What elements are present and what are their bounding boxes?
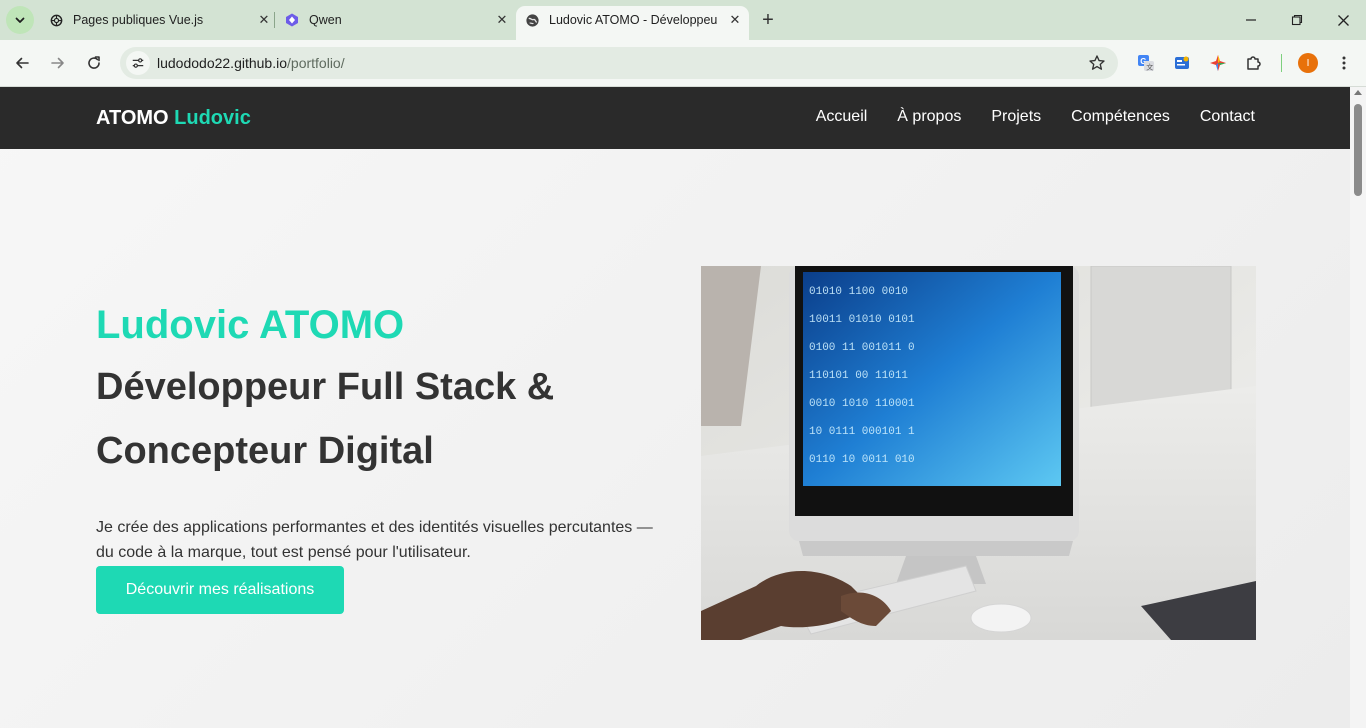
forward-icon[interactable] bbox=[46, 51, 70, 75]
nav-link-contact[interactable]: Contact bbox=[1200, 108, 1255, 126]
logo-first: ATOMO bbox=[96, 107, 169, 129]
bookmark-star-icon[interactable] bbox=[1088, 54, 1106, 72]
browser-toolbar: ludododo22.github.io/portfolio/ G文 bbox=[0, 40, 1366, 87]
extensions-puzzle-icon[interactable] bbox=[1244, 53, 1264, 73]
openai-icon bbox=[48, 12, 64, 28]
site-logo[interactable]: ATOMO Ludovic bbox=[96, 107, 251, 130]
tab-qwen[interactable]: Qwen ✕ bbox=[276, 6, 510, 34]
nav-link-a-propos[interactable]: À propos bbox=[897, 108, 961, 126]
back-icon[interactable] bbox=[10, 51, 34, 75]
tab-search-button[interactable] bbox=[6, 6, 34, 34]
extension-card-icon[interactable] bbox=[1172, 53, 1192, 73]
url-text[interactable]: ludododo22.github.io/portfolio/ bbox=[157, 55, 345, 71]
page-scrollbar[interactable] bbox=[1350, 87, 1366, 728]
minimize-icon[interactable] bbox=[1239, 8, 1263, 32]
hero-name: Ludovic ATOMO bbox=[96, 303, 405, 347]
svg-text:01010 1100 0010: 01010 1100 0010 bbox=[809, 286, 908, 298]
tab-title: Pages publiques Vue.js bbox=[73, 13, 204, 27]
tab-title: Ludovic ATOMO - Développeur bbox=[549, 13, 717, 27]
tab-strip: Pages publiques Vue.js ✕ Qwen ✕ Ludovic … bbox=[0, 0, 1366, 40]
svg-text:0010 1010 110001: 0010 1010 110001 bbox=[809, 398, 915, 410]
globe-icon bbox=[524, 12, 540, 28]
scroll-up-arrow-icon[interactable] bbox=[1354, 90, 1362, 95]
scroll-thumb[interactable] bbox=[1354, 104, 1362, 196]
svg-text:0110 10 0011 010: 0110 10 0011 010 bbox=[809, 454, 915, 466]
url-path: /portfolio/ bbox=[287, 55, 345, 71]
site-info-icon[interactable] bbox=[126, 51, 150, 75]
tab-separator bbox=[274, 12, 275, 28]
svg-text:文: 文 bbox=[1146, 63, 1153, 72]
nav-link-competences[interactable]: Compétences bbox=[1071, 108, 1170, 126]
nav-link-projets[interactable]: Projets bbox=[991, 108, 1041, 126]
close-window-icon[interactable] bbox=[1331, 8, 1355, 32]
tab-title: Qwen bbox=[309, 13, 342, 27]
address-bar[interactable]: ludododo22.github.io/portfolio/ bbox=[120, 47, 1118, 79]
restore-icon[interactable] bbox=[1285, 8, 1309, 32]
extension-colorful-icon[interactable] bbox=[1208, 53, 1228, 73]
tab-portfolio[interactable]: Ludovic ATOMO - Développeur ✕ bbox=[524, 6, 743, 34]
logo-accent: Ludovic bbox=[174, 107, 251, 129]
hero-role: Développeur Full Stack & Concepteur Digi… bbox=[96, 366, 555, 472]
site-header: ATOMO Ludovic Accueil À propos Projets C… bbox=[0, 87, 1350, 149]
profile-avatar[interactable]: I bbox=[1298, 53, 1318, 73]
discover-projects-button[interactable]: Découvrir mes réalisations bbox=[96, 566, 344, 614]
reload-icon[interactable] bbox=[82, 51, 106, 75]
chevron-down-icon bbox=[15, 17, 25, 23]
close-tab-icon[interactable]: ✕ bbox=[727, 12, 743, 28]
computer-coding-photo: 01010 1100 0010 10011 01010 0101 0100 11… bbox=[701, 266, 1256, 640]
nav-link-accueil[interactable]: Accueil bbox=[816, 108, 868, 126]
url-domain: ludododo22.github.io bbox=[157, 55, 288, 71]
new-tab-icon[interactable]: + bbox=[758, 10, 778, 30]
svg-text:0100 11 001011 0: 0100 11 001011 0 bbox=[809, 342, 915, 354]
toolbar-separator bbox=[1281, 54, 1282, 72]
menu-dots-icon[interactable] bbox=[1332, 51, 1356, 75]
tab-vue-pages[interactable]: Pages publiques Vue.js ✕ bbox=[40, 6, 272, 34]
hero-description: Je crée des applications performantes et… bbox=[96, 519, 653, 561]
page-viewport: ATOMO Ludovic Accueil À propos Projets C… bbox=[0, 87, 1350, 728]
close-tab-icon[interactable]: ✕ bbox=[256, 12, 272, 28]
svg-text:110101 00 11011: 110101 00 11011 bbox=[809, 370, 908, 382]
hero-image: 01010 1100 0010 10011 01010 0101 0100 11… bbox=[701, 266, 1256, 640]
qwen-icon bbox=[284, 12, 300, 28]
svg-text:10011 01010 0101: 10011 01010 0101 bbox=[809, 314, 915, 326]
main-nav: Accueil À propos Projets Compétences Con… bbox=[816, 108, 1255, 126]
svg-text:10 0111 000101 1: 10 0111 000101 1 bbox=[809, 426, 915, 438]
close-tab-icon[interactable]: ✕ bbox=[494, 12, 510, 28]
google-translate-icon[interactable]: G文 bbox=[1136, 53, 1156, 73]
